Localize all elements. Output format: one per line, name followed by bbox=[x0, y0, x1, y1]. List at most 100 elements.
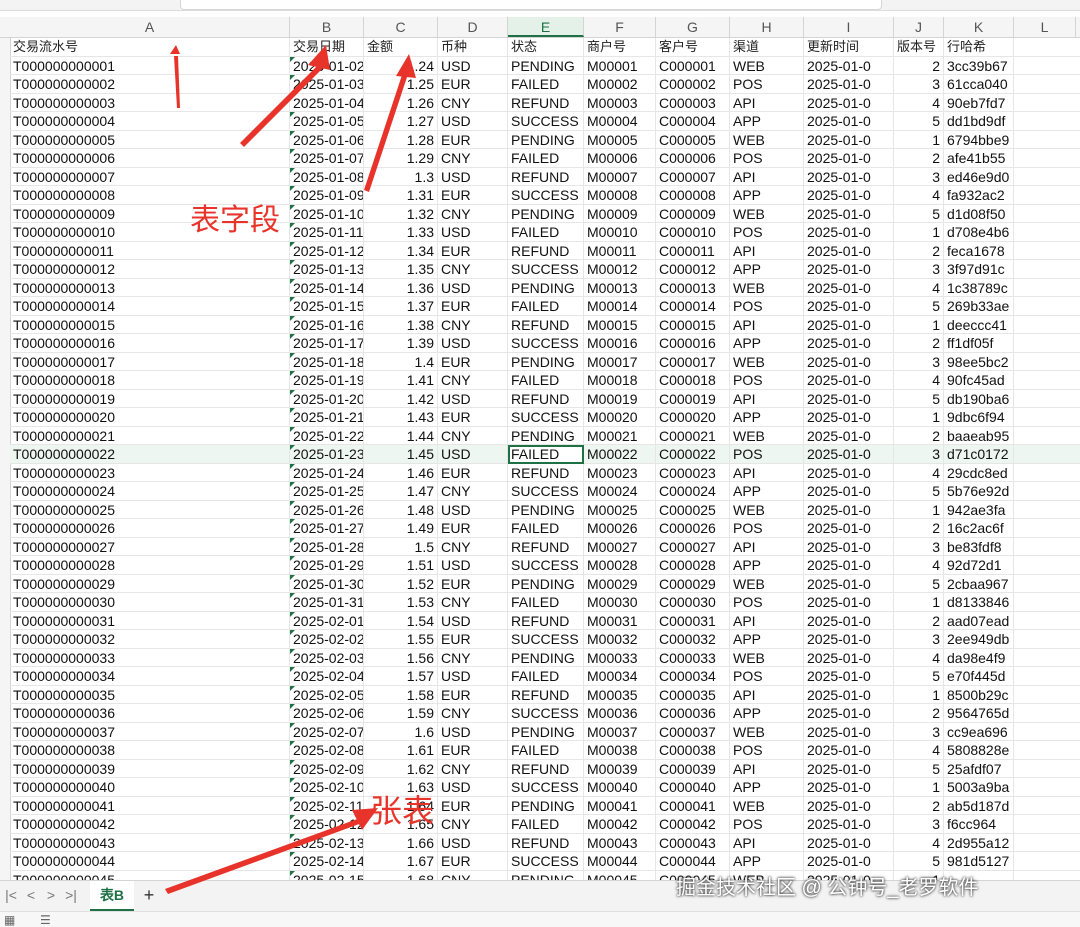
table-cell[interactable]: 2025-01-09 bbox=[290, 186, 364, 205]
table-cell[interactable]: C000023 bbox=[656, 463, 730, 482]
table-cell[interactable]: C000039 bbox=[656, 759, 730, 778]
table-cell[interactable]: 2025-01-29 bbox=[290, 556, 364, 575]
table-cell[interactable]: T000000000014 bbox=[10, 297, 290, 316]
table-cell[interactable]: C000043 bbox=[656, 833, 730, 852]
table-cell[interactable]: M00016 bbox=[584, 334, 656, 353]
table-cell[interactable]: WEB bbox=[730, 648, 804, 667]
table-cell[interactable]: 1 bbox=[894, 685, 944, 704]
table-cell[interactable]: M00041 bbox=[584, 796, 656, 815]
table-cell[interactable]: 2025-01-0 bbox=[804, 408, 894, 427]
table-cell[interactable]: API bbox=[730, 93, 804, 112]
table-cell[interactable]: T000000000012 bbox=[10, 260, 290, 279]
table-cell[interactable]: feca1678 bbox=[944, 241, 1014, 260]
table-cell[interactable]: 1.45 bbox=[364, 445, 438, 464]
table-cell[interactable]: T000000000042 bbox=[10, 815, 290, 834]
table-cell[interactable]: API bbox=[730, 241, 804, 260]
table-cell[interactable]: 2025-01-0 bbox=[804, 778, 894, 797]
table-cell[interactable]: EUR bbox=[438, 186, 508, 205]
table-cell[interactable]: 1.39 bbox=[364, 334, 438, 353]
table-cell[interactable]: 1.44 bbox=[364, 426, 438, 445]
table-cell[interactable]: WEB bbox=[730, 278, 804, 297]
table-cell[interactable]: T000000000004 bbox=[10, 112, 290, 131]
first-sheet-button[interactable]: |< bbox=[2, 885, 20, 905]
table-cell[interactable]: 5003a9ba bbox=[944, 778, 1014, 797]
table-cell[interactable]: 2 bbox=[894, 56, 944, 75]
table-cell[interactable]: M00036 bbox=[584, 704, 656, 723]
table-cell[interactable]: PENDING bbox=[508, 796, 584, 815]
column-header-i[interactable]: I bbox=[804, 17, 894, 37]
table-cell[interactable]: d708e4b6 bbox=[944, 223, 1014, 242]
table-cell[interactable]: 2025-01-05 bbox=[290, 112, 364, 131]
table-cell[interactable]: 5 bbox=[894, 574, 944, 593]
table-cell[interactable]: 4 bbox=[894, 556, 944, 575]
table-cell[interactable]: APP bbox=[730, 260, 804, 279]
table-cell[interactable]: T000000000034 bbox=[10, 667, 290, 686]
table-cell[interactable]: FAILED bbox=[508, 371, 584, 390]
table-cell[interactable]: CNY bbox=[438, 149, 508, 168]
table-cell[interactable]: USD bbox=[438, 389, 508, 408]
table-cell[interactable]: EUR bbox=[438, 297, 508, 316]
table-cell[interactable]: 9dbc6f94 bbox=[944, 408, 1014, 427]
table-cell[interactable]: 2025-01-0 bbox=[804, 630, 894, 649]
table-cell[interactable]: C000034 bbox=[656, 667, 730, 686]
table-cell[interactable]: EUR bbox=[438, 75, 508, 94]
table-cell[interactable]: T000000000043 bbox=[10, 833, 290, 852]
table-cell[interactable]: 1.6 bbox=[364, 722, 438, 741]
column-header-b[interactable]: B bbox=[290, 17, 364, 37]
table-cell[interactable]: deeccc41 bbox=[944, 315, 1014, 334]
table-cell[interactable]: PENDING bbox=[508, 56, 584, 75]
table-cell[interactable]: C000041 bbox=[656, 796, 730, 815]
table-cell[interactable]: T000000000045 bbox=[10, 870, 290, 880]
table-cell[interactable]: 2025-01-0 bbox=[804, 334, 894, 353]
table-cell[interactable]: M00028 bbox=[584, 556, 656, 575]
column-header-l[interactable]: L bbox=[1014, 17, 1076, 37]
table-cell[interactable]: 1 bbox=[894, 778, 944, 797]
table-cell[interactable]: SUCCESS bbox=[508, 704, 584, 723]
table-cell[interactable]: C000010 bbox=[656, 223, 730, 242]
table-cell[interactable]: 1.48 bbox=[364, 500, 438, 519]
table-cell[interactable]: 2025-02-05 bbox=[290, 685, 364, 704]
table-cell[interactable]: API bbox=[730, 389, 804, 408]
table-cell[interactable]: POS bbox=[730, 75, 804, 94]
table-cell[interactable]: 1.35 bbox=[364, 260, 438, 279]
table-cell[interactable]: CNY bbox=[438, 204, 508, 223]
table-cell[interactable]: M00044 bbox=[584, 852, 656, 871]
table-cell[interactable]: 2025-01-22 bbox=[290, 426, 364, 445]
table-cell[interactable]: 2025-01-25 bbox=[290, 482, 364, 501]
table-cell[interactable]: 2025-01-0 bbox=[804, 611, 894, 630]
table-cell[interactable]: 2025-02-11 bbox=[290, 796, 364, 815]
table-cell[interactable]: C000009 bbox=[656, 204, 730, 223]
table-cell[interactable]: 2025-01-0 bbox=[804, 648, 894, 667]
table-cell[interactable]: C000007 bbox=[656, 167, 730, 186]
table-cell[interactable]: 2025-01-18 bbox=[290, 352, 364, 371]
table-cell[interactable]: USD bbox=[438, 611, 508, 630]
table-cell[interactable]: 1 bbox=[894, 500, 944, 519]
table-cell[interactable]: db190ba6 bbox=[944, 389, 1014, 408]
table-cell[interactable]: T000000000019 bbox=[10, 389, 290, 408]
table-cell[interactable]: T000000000026 bbox=[10, 519, 290, 538]
table-cell[interactable]: T000000000031 bbox=[10, 611, 290, 630]
table-cell[interactable]: 2025-01-0 bbox=[804, 56, 894, 75]
table-cell[interactable]: 2025-01-10 bbox=[290, 204, 364, 223]
table-cell[interactable]: f6cc964 bbox=[944, 815, 1014, 834]
table-cell[interactable]: 98ee5bc2 bbox=[944, 352, 1014, 371]
table-cell[interactable]: 1.46 bbox=[364, 463, 438, 482]
table-cell[interactable]: 25afdf07 bbox=[944, 759, 1014, 778]
column-header-j[interactable]: J bbox=[894, 17, 944, 37]
table-cell[interactable]: FAILED bbox=[508, 593, 584, 612]
table-cell[interactable]: 1.38 bbox=[364, 315, 438, 334]
table-cell[interactable]: 942ae3fa bbox=[944, 500, 1014, 519]
table-cell[interactable]: M00005 bbox=[584, 130, 656, 149]
table-cell[interactable]: M00035 bbox=[584, 685, 656, 704]
sheet-tab-b[interactable]: 表B bbox=[90, 881, 134, 911]
table-cell[interactable]: 1.59 bbox=[364, 704, 438, 723]
table-cell[interactable]: T000000000036 bbox=[10, 704, 290, 723]
table-cell[interactable]: 2025-02-01 bbox=[290, 611, 364, 630]
table-cell[interactable]: 2025-02-12 bbox=[290, 815, 364, 834]
table-cell[interactable]: C000015 bbox=[656, 315, 730, 334]
table-cell[interactable]: API bbox=[730, 685, 804, 704]
table-cell[interactable]: FAILED bbox=[508, 667, 584, 686]
column-header-e[interactable]: E bbox=[508, 17, 584, 37]
table-cell[interactable]: WEB bbox=[730, 56, 804, 75]
table-cell[interactable]: CNY bbox=[438, 537, 508, 556]
